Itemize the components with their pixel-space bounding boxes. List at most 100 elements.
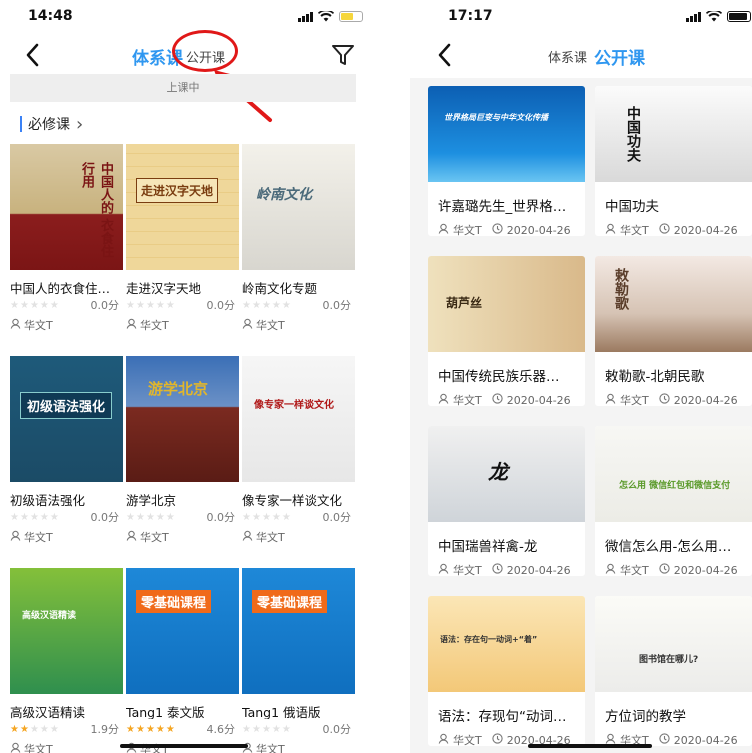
star-icon: ★ — [165, 723, 176, 735]
thumbnail-title: 怎么用 微信红包和微信支付 — [619, 481, 731, 491]
course-title[interactable]: 高级汉语精读 — [10, 702, 123, 719]
course-thumbnail[interactable]: 零基础课程 — [126, 568, 239, 694]
star-icon: ★ — [135, 511, 146, 523]
rating-score: 4.6分 — [206, 723, 236, 736]
star-icon: ★ — [49, 511, 60, 523]
course-title[interactable]: 许嘉璐先生_世界格… — [428, 195, 585, 215]
course-thumbnail[interactable]: 游学北京 — [126, 356, 239, 482]
star-icon: ★ — [49, 299, 60, 311]
rating-row: ★★★★★ 0.0分 — [10, 298, 123, 312]
course-title[interactable]: 微信怎么用-怎么用… — [595, 535, 752, 555]
star-rating: ★★★★★ — [126, 300, 207, 311]
course-title[interactable]: 走进汉字天地 — [126, 278, 239, 295]
course-thumbnail[interactable]: 葫芦丝 — [428, 256, 585, 352]
course-title[interactable]: 像专家一样谈文化 — [242, 490, 355, 507]
star-icon: ★ — [135, 723, 146, 735]
course-card[interactable]: 零基础课程 Tang1 泰文版 ★★★★★ 4.6分 华文T — [126, 568, 239, 753]
star-icon: ★ — [39, 299, 50, 311]
person-icon — [605, 393, 616, 407]
right-screen: 17:17 体系课 公开课 世界格局巨变与中华文化传播 许嘉璐先生_世界格… 华文T… — [410, 0, 752, 753]
star-rating: ★★★★★ — [126, 724, 207, 735]
course-card[interactable]: 语法：存在句一动词+“着” 语法：存现句“动词… 华文T 2020-04-26 — [428, 596, 585, 747]
section-required-courses[interactable]: 必修课 › — [20, 114, 83, 135]
course-thumbnail[interactable]: 零基础课程 — [242, 568, 355, 694]
star-icon: ★ — [29, 723, 40, 735]
course-card[interactable]: 零基础课程 Tang1 俄语版 ★★★★★ 0.0分 华文T — [242, 568, 355, 753]
course-card[interactable]: 像专家一样谈文化 像专家一样谈文化 ★★★★★ 0.0分 华文T — [242, 356, 355, 545]
teacher-row: 华文T — [10, 529, 123, 545]
course-card[interactable]: 游学北京 游学北京 ★★★★★ 0.0分 华文T — [126, 356, 239, 545]
teacher-name: 华文T — [256, 531, 285, 544]
course-title[interactable]: 岭南文化专题 — [242, 278, 355, 295]
course-card[interactable]: 图书馆在哪儿? 方位词的教学 华文T 2020-04-26 — [595, 596, 752, 747]
star-rating: ★★★★★ — [10, 724, 91, 735]
status-subbar: 上课中 — [10, 74, 356, 102]
clock-icon — [659, 733, 670, 747]
star-icon: ★ — [126, 511, 136, 523]
course-card[interactable]: 走进汉字天地 走进汉字天地 ★★★★★ 0.0分 华文T — [126, 144, 239, 333]
course-title[interactable]: 初级语法强化 — [10, 490, 123, 507]
clock-icon — [492, 223, 503, 237]
course-card[interactable]: 世界格局巨变与中华文化传播 许嘉璐先生_世界格… 华文T 2020-04-26 — [428, 86, 585, 237]
course-card[interactable]: 岭南文化 岭南文化专题 ★★★★★ 0.0分 华文T — [242, 144, 355, 333]
thumbnail-title: 世界格局巨变与中华文化传播 — [444, 113, 548, 122]
course-thumbnail[interactable]: 初级语法强化 — [10, 356, 123, 482]
course-title[interactable]: 方位词的教学 — [595, 705, 752, 725]
course-thumbnail[interactable]: 走进汉字天地 — [126, 144, 239, 270]
back-icon[interactable] — [20, 42, 46, 68]
filter-icon[interactable] — [330, 42, 356, 68]
course-thumbnail[interactable]: 图书馆在哪儿? — [595, 596, 752, 692]
star-icon: ★ — [39, 723, 50, 735]
course-title[interactable]: Tang1 俄语版 — [242, 702, 355, 719]
star-icon: ★ — [145, 299, 156, 311]
course-card[interactable]: 初级语法强化 初级语法强化 ★★★★★ 0.0分 华文T — [10, 356, 123, 545]
course-title[interactable]: Tang1 泰文版 — [126, 702, 239, 719]
star-icon: ★ — [251, 299, 262, 311]
course-title[interactable]: 中国人的衣食住… — [10, 278, 123, 295]
course-thumbnail[interactable]: 中国功夫 — [595, 86, 752, 182]
course-card[interactable]: 怎么用 微信红包和微信支付 微信怎么用-怎么用… 华文T 2020-04-26 — [595, 426, 752, 577]
star-icon: ★ — [251, 511, 262, 523]
star-icon: ★ — [261, 723, 272, 735]
course-thumbnail[interactable]: 像专家一样谈文化 — [242, 356, 355, 482]
teacher-name: 华文T — [140, 531, 169, 544]
publish-date: 2020-04-26 — [506, 223, 571, 237]
course-meta: 华文T 2020-04-26 — [595, 223, 752, 237]
person-icon — [438, 223, 449, 237]
course-title[interactable]: 游学北京 — [126, 490, 239, 507]
course-title[interactable]: 中国传统民族乐器… — [428, 365, 585, 385]
course-title[interactable]: 语法：存现句“动词… — [428, 705, 585, 725]
teacher-row: 华文T — [10, 741, 123, 753]
tab-system-course[interactable]: 体系课 — [548, 47, 587, 66]
course-thumbnail[interactable]: 敕勒歌 — [595, 256, 752, 352]
rating-row: ★★★★★ 0.0分 — [10, 510, 123, 524]
tab-public-course[interactable]: 公开课 — [594, 44, 645, 69]
course-card[interactable]: 中国人的 衣食住行用 中国人的衣食住… ★★★★★ 0.0分 华文T — [10, 144, 123, 333]
teacher-name: 华文T — [140, 319, 169, 332]
course-thumbnail[interactable]: 龙 — [428, 426, 585, 522]
course-card[interactable]: 中国功夫 中国功夫 华文T 2020-04-26 — [595, 86, 752, 237]
star-rating: ★★★★★ — [10, 512, 91, 523]
star-icon: ★ — [10, 723, 20, 735]
course-card[interactable]: 葫芦丝 中国传统民族乐器… 华文T 2020-04-26 — [428, 256, 585, 407]
course-title[interactable]: 中国功夫 — [595, 195, 752, 215]
course-thumbnail[interactable]: 高级汉语精读 — [10, 568, 123, 694]
course-thumbnail[interactable]: 世界格局巨变与中华文化传播 — [428, 86, 585, 182]
course-card[interactable]: 高级汉语精读 高级汉语精读 ★★★★★ 1.9分 华文T — [10, 568, 123, 753]
course-thumbnail[interactable]: 怎么用 微信红包和微信支付 — [595, 426, 752, 522]
course-thumbnail[interactable]: 岭南文化 — [242, 144, 355, 270]
clock-icon — [492, 393, 503, 407]
course-thumbnail[interactable]: 语法：存在句一动词+“着” — [428, 596, 585, 692]
star-icon: ★ — [155, 723, 166, 735]
rating-row: ★★★★★ 0.0分 — [126, 510, 239, 524]
star-icon: ★ — [165, 299, 176, 311]
course-thumbnail[interactable]: 中国人的 衣食住行用 — [10, 144, 123, 270]
course-title[interactable]: 中国瑞兽祥禽-龙 — [428, 535, 585, 555]
back-icon[interactable] — [432, 42, 458, 68]
course-card[interactable]: 敕勒歌 敕勒歌-北朝民歌 华文T 2020-04-26 — [595, 256, 752, 407]
course-card[interactable]: 龙中国瑞兽祥禽-龙 华文T 2020-04-26 — [428, 426, 585, 577]
star-icon: ★ — [281, 723, 292, 735]
course-title[interactable]: 敕勒歌-北朝民歌 — [595, 365, 752, 385]
thumbnail-title: 龙 — [488, 460, 508, 484]
star-icon: ★ — [155, 299, 166, 311]
